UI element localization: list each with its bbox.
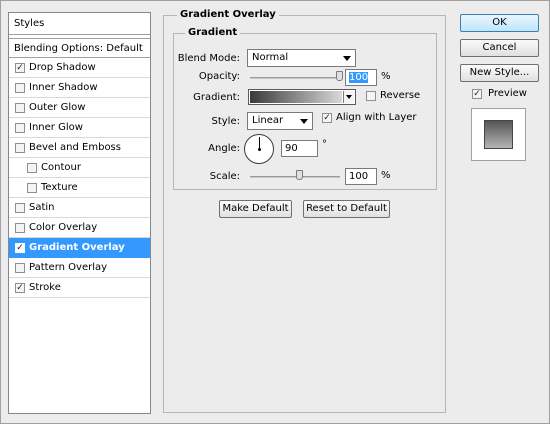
style-item-inner-shadow[interactable]: Inner Shadow bbox=[9, 78, 150, 98]
style-item-label: Drop Shadow bbox=[29, 62, 96, 73]
style-item-drop-shadow[interactable]: ✓ Drop Shadow bbox=[9, 58, 150, 78]
checkbox-icon[interactable]: ✓ bbox=[472, 89, 482, 99]
scale-input[interactable]: 100 bbox=[345, 168, 377, 185]
style-item-label: Outer Glow bbox=[29, 102, 86, 113]
opacity-slider-track[interactable] bbox=[250, 77, 340, 79]
style-item-pattern-overlay[interactable]: Pattern Overlay bbox=[9, 258, 150, 278]
checkbox-icon[interactable] bbox=[15, 203, 25, 213]
angle-label: Angle: bbox=[208, 143, 240, 154]
checkbox-icon[interactable] bbox=[15, 123, 25, 133]
style-item-gradient-overlay[interactable]: ✓ Gradient Overlay bbox=[9, 238, 150, 258]
preview-label: Preview bbox=[488, 88, 527, 99]
checkbox-icon[interactable] bbox=[27, 183, 37, 193]
opacity-label: Opacity: bbox=[198, 71, 240, 82]
style-item-inner-glow[interactable]: Inner Glow bbox=[9, 118, 150, 138]
align-with-layer-label: Align with Layer bbox=[336, 112, 417, 123]
blending-options-item[interactable]: Blending Options: Default bbox=[9, 38, 150, 58]
opacity-input[interactable]: 100 bbox=[345, 69, 377, 86]
gradient-label: Gradient: bbox=[193, 92, 240, 103]
style-item-label: Gradient Overlay bbox=[29, 242, 125, 253]
checkbox-icon[interactable]: ✓ bbox=[15, 283, 25, 293]
blend-mode-value: Normal bbox=[252, 52, 289, 63]
angle-dial[interactable] bbox=[244, 134, 274, 164]
new-style-button[interactable]: New Style... bbox=[460, 64, 539, 82]
checkbox-icon[interactable] bbox=[15, 263, 25, 273]
style-item-contour[interactable]: Contour bbox=[9, 158, 150, 178]
style-item-stroke[interactable]: ✓ Stroke bbox=[9, 278, 150, 298]
opacity-unit: % bbox=[381, 71, 391, 82]
style-items: ✓ Drop Shadow Inner Shadow Outer Glow Inner … bbox=[9, 58, 150, 298]
opacity-value: 100 bbox=[349, 72, 369, 83]
style-item-label: Contour bbox=[41, 162, 81, 173]
style-item-label: Color Overlay bbox=[29, 222, 98, 233]
checkbox-icon[interactable] bbox=[27, 163, 37, 173]
angle-unit: ° bbox=[322, 139, 327, 150]
ok-button[interactable]: OK bbox=[460, 14, 539, 32]
gradient-overlay-group-title: Gradient Overlay bbox=[177, 9, 279, 20]
reset-to-default-button[interactable]: Reset to Default bbox=[303, 200, 390, 218]
gradient-picker[interactable] bbox=[248, 89, 356, 105]
reverse-label: Reverse bbox=[380, 90, 421, 101]
scale-unit: % bbox=[381, 170, 391, 181]
style-item-label: Stroke bbox=[29, 282, 61, 293]
scale-label: Scale: bbox=[209, 171, 240, 182]
checkbox-icon[interactable] bbox=[15, 103, 25, 113]
gradient-dropdown-button[interactable] bbox=[343, 91, 354, 103]
style-dropdown[interactable]: Linear bbox=[247, 112, 313, 130]
checkbox-icon[interactable] bbox=[15, 143, 25, 153]
style-item-label: Pattern Overlay bbox=[29, 262, 108, 273]
scale-value: 100 bbox=[349, 171, 369, 182]
checkbox-icon[interactable]: ✓ bbox=[322, 113, 332, 123]
cancel-button[interactable]: Cancel bbox=[460, 39, 539, 57]
checkbox-icon[interactable] bbox=[15, 223, 25, 233]
style-item-label: Inner Shadow bbox=[29, 82, 98, 93]
checkbox-icon[interactable] bbox=[366, 91, 376, 101]
gradient-preview[interactable] bbox=[250, 91, 342, 103]
chevron-down-icon bbox=[300, 119, 308, 124]
gradient-subgroup-title: Gradient bbox=[185, 27, 241, 38]
checkbox-icon[interactable]: ✓ bbox=[15, 63, 25, 73]
style-preview-thumbnail bbox=[471, 108, 526, 161]
angle-value: 90 bbox=[285, 143, 298, 154]
style-item-label: Inner Glow bbox=[29, 122, 83, 133]
scale-slider-thumb[interactable] bbox=[295, 170, 303, 180]
chevron-down-icon bbox=[343, 56, 351, 61]
checkbox-icon[interactable] bbox=[15, 83, 25, 93]
angle-input[interactable]: 90 bbox=[281, 140, 318, 157]
blend-mode-dropdown[interactable]: Normal bbox=[247, 49, 356, 67]
angle-center bbox=[258, 148, 261, 151]
style-item-bevel-and-emboss[interactable]: Bevel and Emboss bbox=[9, 138, 150, 158]
chevron-down-icon bbox=[346, 95, 352, 99]
style-value: Linear bbox=[252, 115, 284, 126]
styles-list: Styles Blending Options: Default ✓ Drop S… bbox=[8, 12, 151, 414]
style-item-texture[interactable]: Texture bbox=[9, 178, 150, 198]
blend-mode-label: Blend Mode: bbox=[177, 53, 240, 64]
style-item-satin[interactable]: Satin bbox=[9, 198, 150, 218]
style-item-color-overlay[interactable]: Color Overlay bbox=[9, 218, 150, 238]
make-default-button[interactable]: Make Default bbox=[219, 200, 292, 218]
checkbox-icon[interactable]: ✓ bbox=[15, 243, 25, 253]
style-item-label: Texture bbox=[41, 182, 78, 193]
style-item-label: Bevel and Emboss bbox=[29, 142, 121, 153]
style-label: Style: bbox=[211, 116, 241, 127]
preview-swatch bbox=[484, 120, 513, 149]
style-item-outer-glow[interactable]: Outer Glow bbox=[9, 98, 150, 118]
style-item-label: Satin bbox=[29, 202, 55, 213]
opacity-slider-thumb[interactable] bbox=[336, 71, 343, 81]
styles-list-title: Styles bbox=[9, 13, 150, 35]
